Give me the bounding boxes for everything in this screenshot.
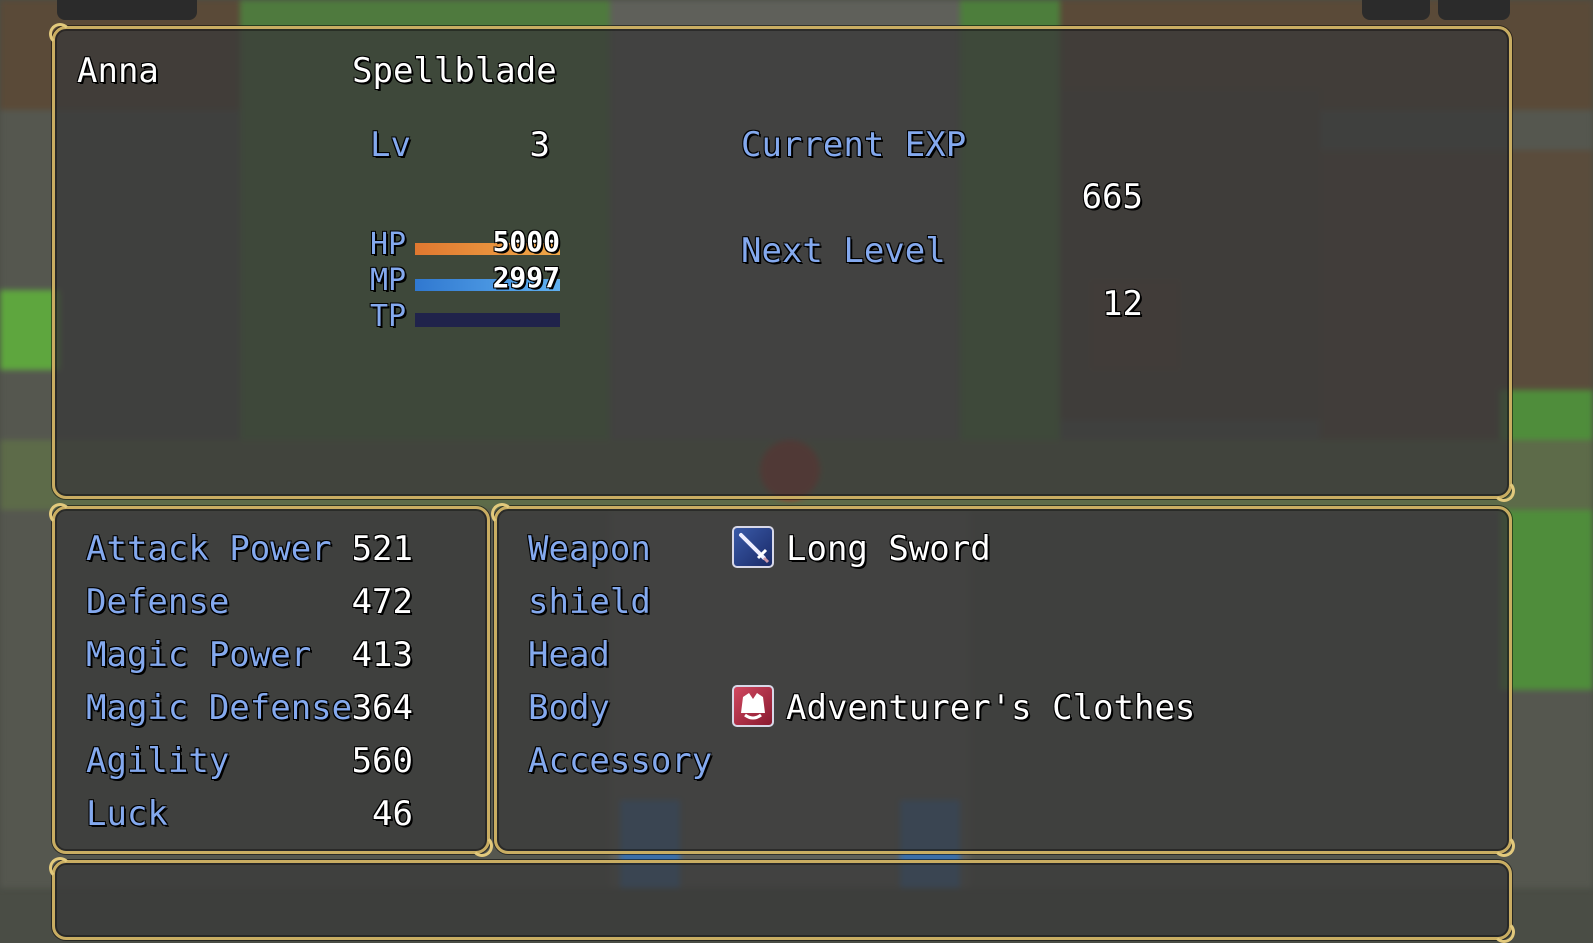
equip-slot-label: Body: [528, 688, 610, 728]
clothes-icon: [732, 685, 774, 727]
next-level-label: Next Level: [741, 231, 946, 271]
hp-label: HP: [370, 227, 407, 262]
menu-tab-right-1[interactable]: [1362, 0, 1430, 20]
equipment-window: Weapon Long Sword shield Head Body Adven…: [491, 503, 1515, 857]
param-value: 46: [372, 794, 413, 834]
param-label: Luck: [86, 794, 168, 834]
level-label: Lv: [370, 125, 411, 165]
equip-slot-label: Head: [528, 635, 610, 675]
equip-slot-label: Accessory: [528, 741, 713, 781]
current-exp-label: Current EXP: [741, 125, 967, 165]
param-label: Magic Defense: [86, 688, 353, 728]
param-value: 413: [351, 635, 413, 675]
equip-slot-label: Weapon: [528, 529, 651, 569]
param-value: 364: [351, 688, 413, 728]
param-label: Attack Power: [86, 529, 332, 569]
equip-item-name: Adventurer's Clothes: [786, 688, 1196, 728]
actor-class: Spellblade: [352, 51, 557, 91]
param-value: 472: [351, 582, 413, 622]
level-value: 3: [529, 125, 550, 165]
next-level-value: 12: [1102, 284, 1143, 324]
sword-icon: [732, 526, 774, 568]
status-window: Anna Spellblade Lv 3 HP 5000 MP 2997 TP …: [49, 23, 1515, 502]
mp-value: 2997: [492, 261, 560, 294]
help-window: [49, 857, 1515, 943]
param-label: Defense: [86, 582, 230, 622]
parameters-window: Attack Power 521 Defense 472 Magic Power…: [49, 503, 493, 857]
param-label: Agility: [86, 741, 230, 781]
menu-tab-left[interactable]: [57, 0, 197, 20]
tp-gauge: [415, 313, 560, 327]
param-value: 560: [351, 741, 413, 781]
hp-value: 5000: [492, 225, 560, 258]
actor-name: Anna: [77, 51, 159, 91]
current-exp-value: 665: [1081, 177, 1143, 217]
equip-item-name: Long Sword: [786, 529, 991, 569]
tp-label: TP: [370, 299, 407, 334]
equip-slot-label: shield: [528, 582, 651, 622]
mp-label: MP: [370, 263, 407, 298]
menu-tab-right-2[interactable]: [1438, 0, 1510, 20]
param-label: Magic Power: [86, 635, 312, 675]
param-value: 521: [351, 529, 413, 569]
